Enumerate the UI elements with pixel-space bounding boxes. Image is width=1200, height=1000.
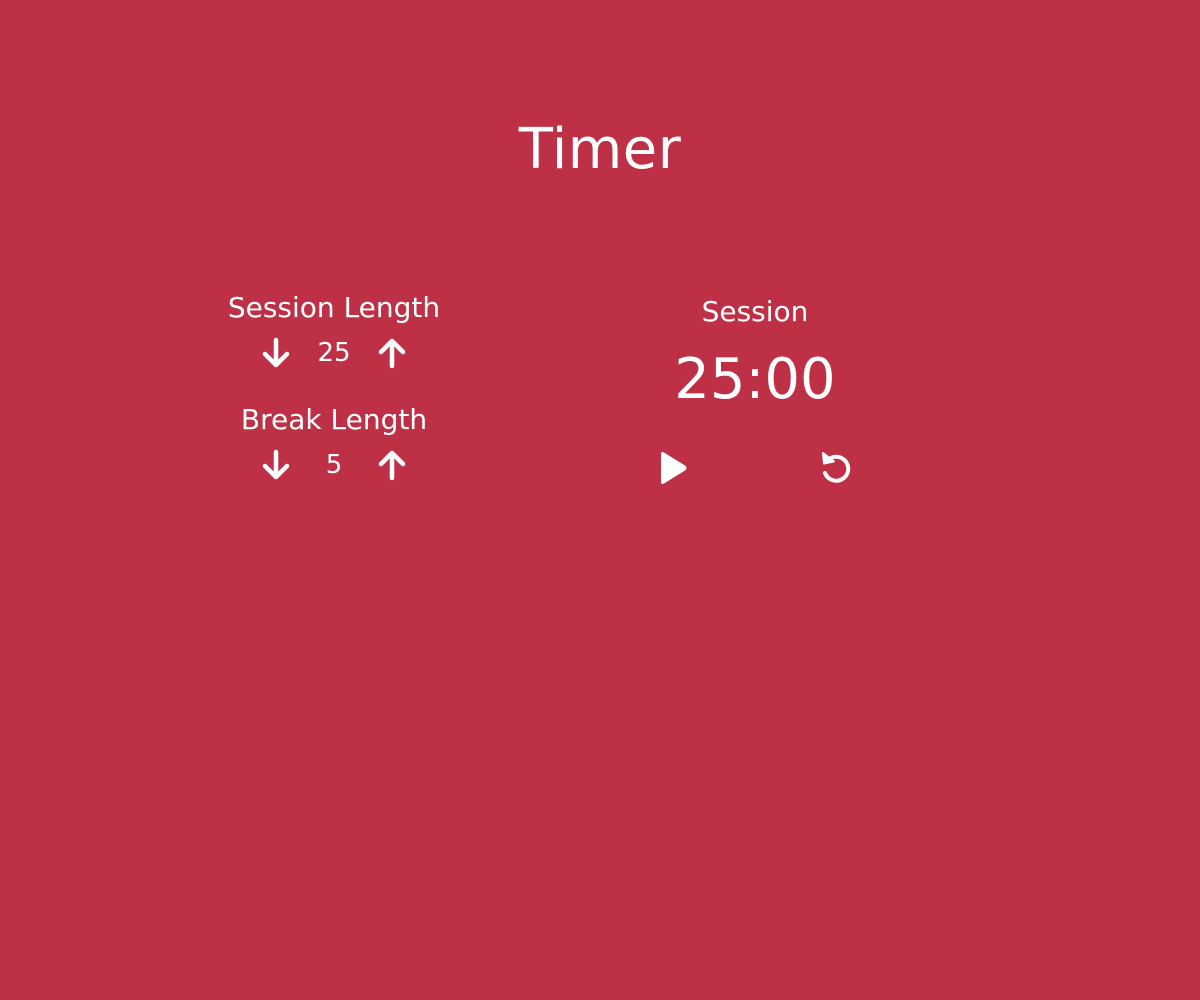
length-settings: Session Length 25 Break Length 5 <box>194 288 474 512</box>
start-button[interactable] <box>650 446 694 490</box>
arrow-up-icon <box>378 450 406 481</box>
reset-icon <box>822 452 851 483</box>
break-increment-button[interactable] <box>372 445 412 485</box>
reset-button[interactable] <box>814 446 858 490</box>
break-decrement-button[interactable] <box>256 445 296 485</box>
session-increment-button[interactable] <box>372 333 412 373</box>
break-length-value: 5 <box>325 450 343 480</box>
session-length-value: 25 <box>317 338 351 368</box>
session-length-label: Session Length <box>227 291 441 324</box>
session-length-stepper: 25 <box>194 328 474 378</box>
timer-display: Session 25:00 <box>605 290 905 424</box>
break-length-stepper: 5 <box>194 440 474 490</box>
session-decrement-button[interactable] <box>256 333 296 373</box>
arrow-down-icon <box>262 449 290 480</box>
arrow-down-icon <box>262 337 290 368</box>
timer-time: 25:00 <box>674 347 836 412</box>
break-length-label: Break Length <box>240 403 428 436</box>
play-icon <box>661 452 687 484</box>
arrow-up-icon <box>378 338 406 369</box>
timer-label: Session <box>701 295 809 328</box>
page-title: Timer <box>518 117 682 182</box>
